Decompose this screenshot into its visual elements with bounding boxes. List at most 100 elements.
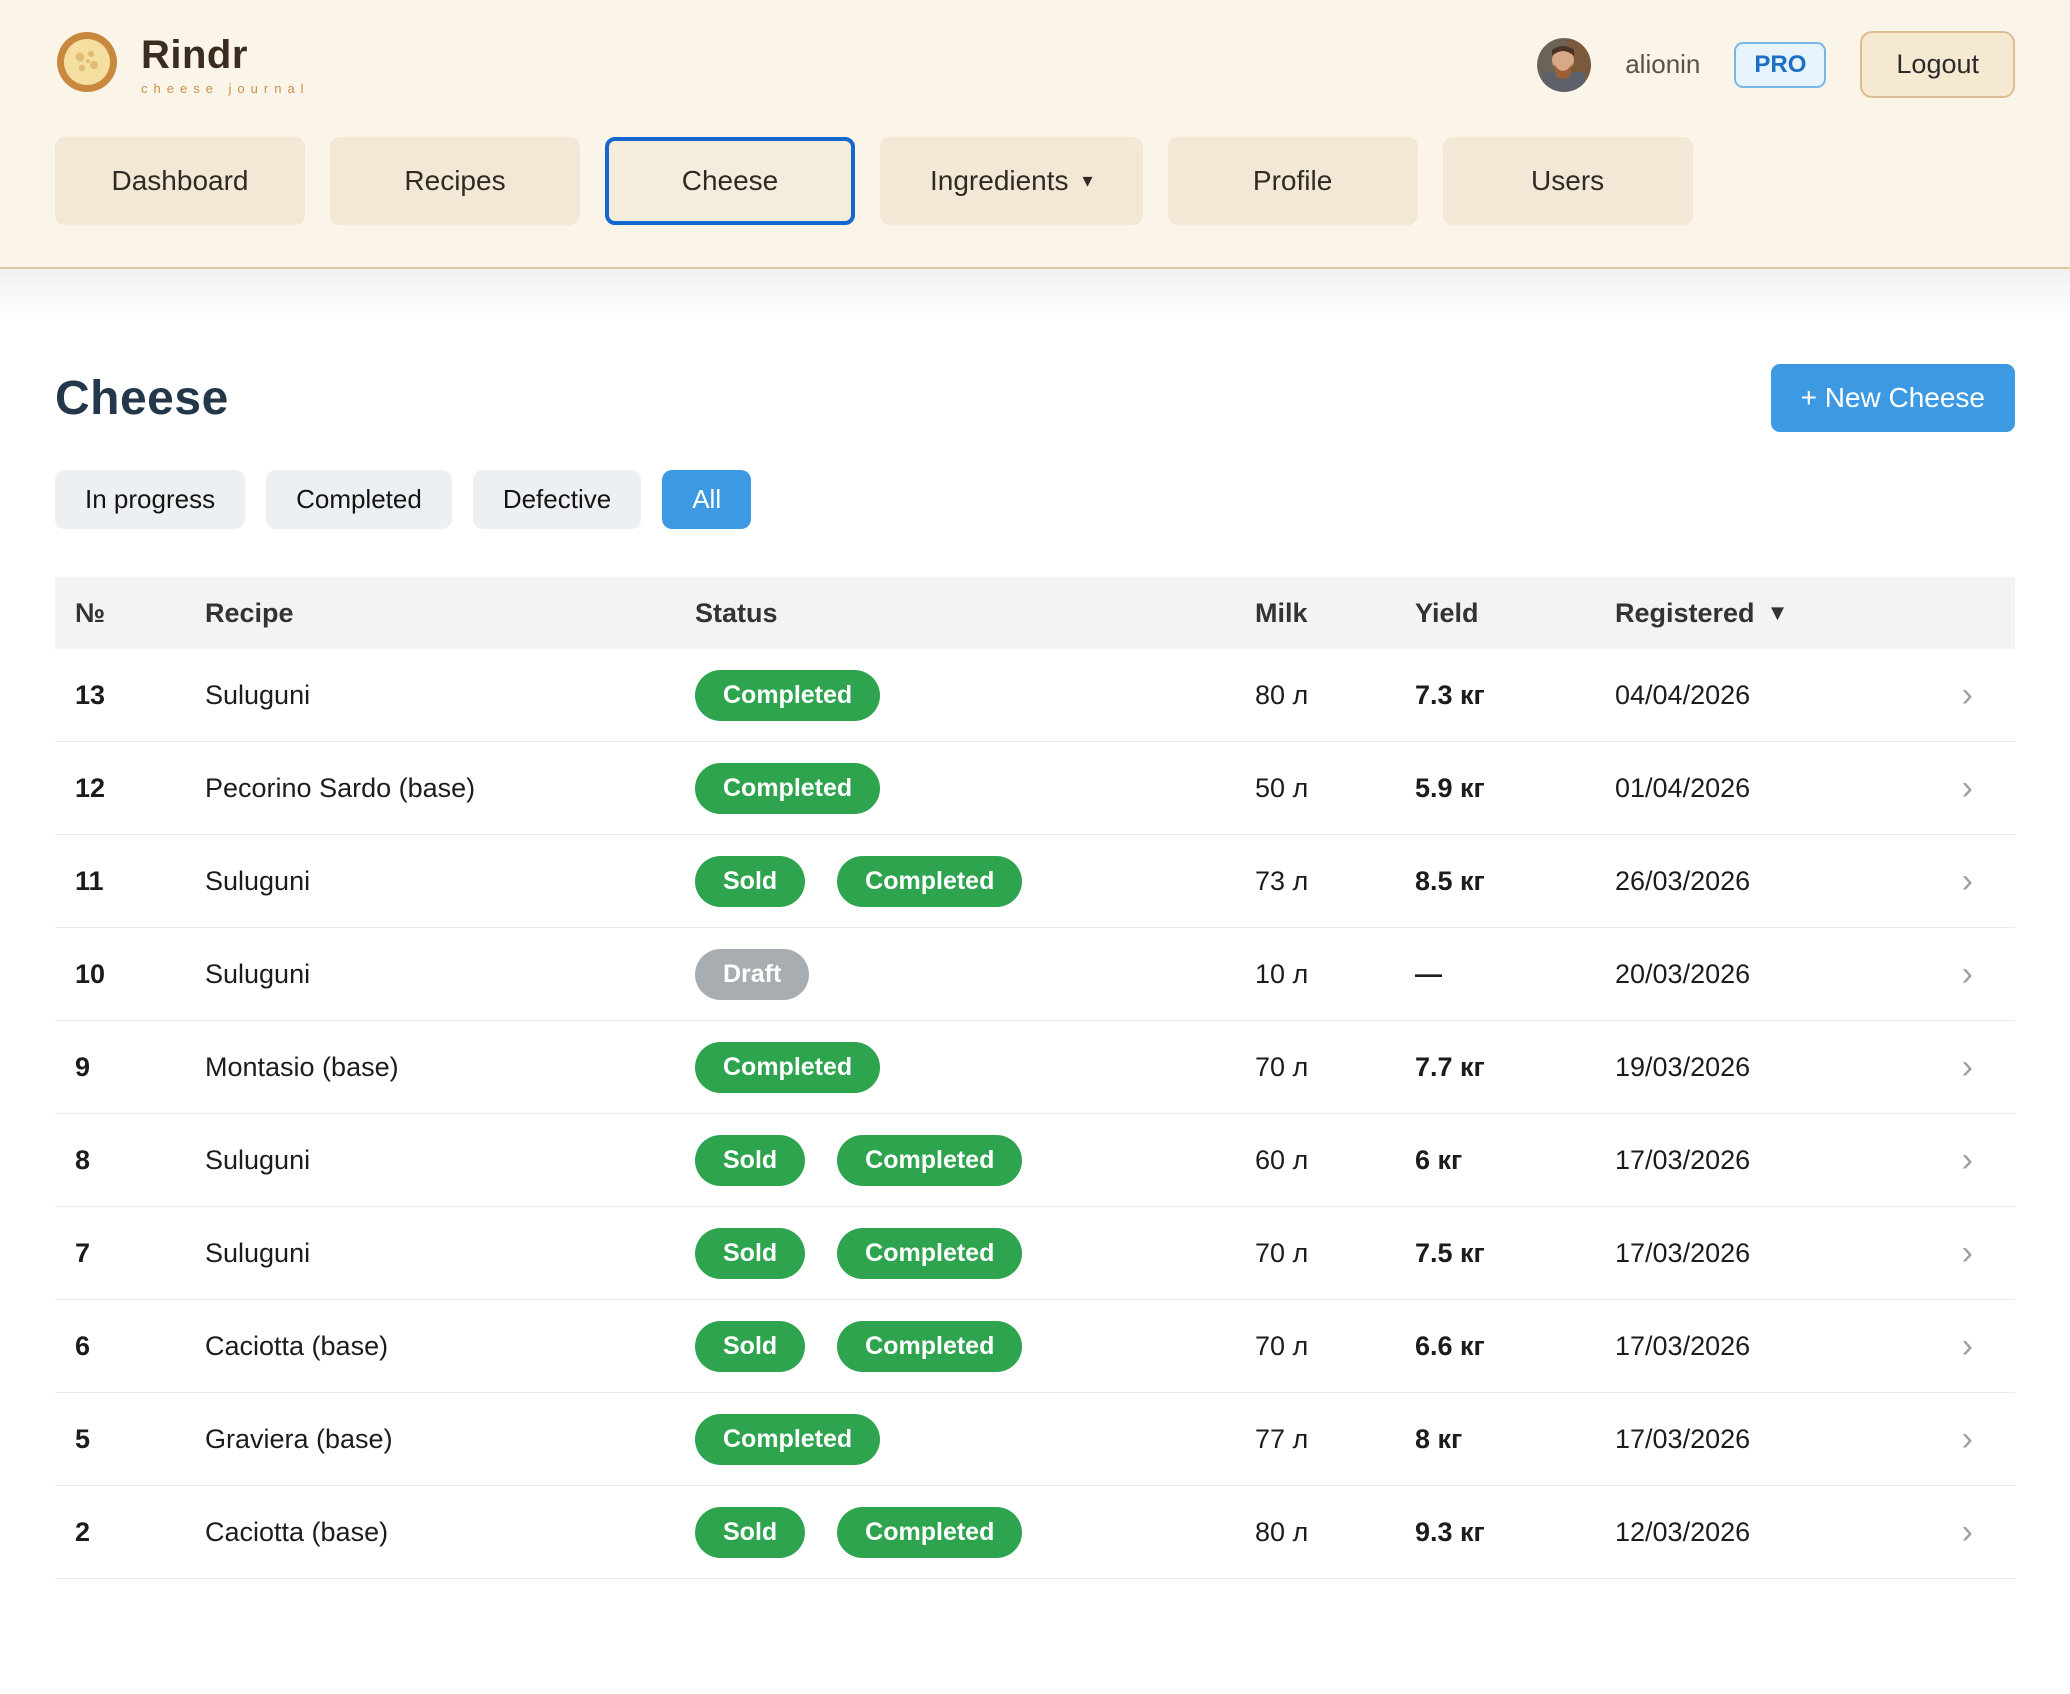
table-row[interactable]: 11SuluguniSoldCompleted73 л8.5 кг26/03/2…	[55, 835, 2015, 928]
nav-item-cheese[interactable]: Cheese	[605, 137, 855, 225]
row-number: 2	[55, 1517, 185, 1548]
row-recipe: Suluguni	[185, 1145, 675, 1176]
chevron-right-icon[interactable]: ›	[1962, 1327, 1973, 1365]
row-yield: 6 кг	[1395, 1145, 1595, 1176]
chevron-right-icon[interactable]: ›	[1962, 1048, 1973, 1086]
row-number: 8	[55, 1145, 185, 1176]
nav-item-dashboard[interactable]: Dashboard	[55, 137, 305, 225]
status-badge: Sold	[695, 1135, 805, 1186]
row-milk: 70 л	[1235, 1331, 1395, 1362]
row-registered: 01/04/2026	[1595, 773, 1925, 804]
column-header-recipe[interactable]: Recipe	[185, 598, 675, 629]
row-number: 5	[55, 1424, 185, 1455]
row-registered: 19/03/2026	[1595, 1052, 1925, 1083]
chevron-right-icon[interactable]: ›	[1962, 676, 1973, 714]
row-recipe: Pecorino Sardo (base)	[185, 773, 675, 804]
row-recipe: Suluguni	[185, 680, 675, 711]
brand-text: Rindr cheese journal	[141, 33, 310, 96]
sort-desc-icon: ▼	[1767, 600, 1789, 626]
table-row[interactable]: 8SuluguniSoldCompleted60 л6 кг17/03/2026…	[55, 1114, 2015, 1207]
row-chevron-cell: ›	[1925, 957, 2015, 992]
row-chevron-cell: ›	[1925, 1236, 2015, 1271]
row-registered: 17/03/2026	[1595, 1238, 1925, 1269]
cheese-table: № Recipe Status Milk Yield Registered ▼ …	[55, 577, 2015, 1579]
chevron-right-icon[interactable]: ›	[1962, 955, 1973, 993]
chevron-right-icon[interactable]: ›	[1962, 1141, 1973, 1179]
table-row[interactable]: 7SuluguniSoldCompleted70 л7.5 кг17/03/20…	[55, 1207, 2015, 1300]
row-yield: 8 кг	[1395, 1424, 1595, 1455]
row-recipe: Montasio (base)	[185, 1052, 675, 1083]
header-top: Rindr cheese journal alion	[55, 30, 2015, 99]
nav-item-ingredients[interactable]: Ingredients▾	[880, 137, 1143, 225]
chevron-right-icon[interactable]: ›	[1962, 862, 1973, 900]
row-milk: 77 л	[1235, 1424, 1395, 1455]
status-badge: Completed	[837, 1135, 1022, 1186]
page-title: Cheese	[55, 371, 229, 426]
brand-logo[interactable]: Rindr cheese journal	[55, 30, 310, 99]
main-nav: Dashboard Recipes Cheese Ingredients▾ Profil…	[55, 137, 2015, 225]
row-yield: 6.6 кг	[1395, 1331, 1595, 1362]
chevron-right-icon[interactable]: ›	[1962, 1234, 1973, 1272]
filter-in-progress[interactable]: In progress	[55, 470, 245, 529]
row-status: Draft	[675, 949, 1235, 1000]
column-header-milk[interactable]: Milk	[1235, 598, 1395, 629]
status-badge: Completed	[837, 1507, 1022, 1558]
status-badge: Completed	[695, 670, 880, 721]
row-recipe: Caciotta (base)	[185, 1517, 675, 1548]
row-milk: 10 л	[1235, 959, 1395, 990]
nav-item-recipes[interactable]: Recipes	[330, 137, 580, 225]
row-milk: 70 л	[1235, 1052, 1395, 1083]
status-badge: Sold	[695, 856, 805, 907]
filter-all[interactable]: All	[662, 470, 751, 529]
row-yield: 7.3 кг	[1395, 680, 1595, 711]
row-milk: 60 л	[1235, 1145, 1395, 1176]
row-registered: 12/03/2026	[1595, 1517, 1925, 1548]
cheese-wheel-icon	[55, 30, 119, 99]
row-number: 12	[55, 773, 185, 804]
username: alionin	[1625, 49, 1700, 80]
row-milk: 80 л	[1235, 1517, 1395, 1548]
user-avatar[interactable]	[1537, 38, 1591, 92]
row-status: Sold Completed	[675, 1135, 1235, 1186]
table-row[interactable]: 10SuluguniDraft10 л—20/03/2026›	[55, 928, 2015, 1021]
status-badge: Sold	[695, 1321, 805, 1372]
row-number: 13	[55, 680, 185, 711]
logout-button[interactable]: Logout	[1860, 31, 2015, 98]
row-registered: 04/04/2026	[1595, 680, 1925, 711]
column-header-registered[interactable]: Registered ▼	[1595, 598, 1925, 629]
row-chevron-cell: ›	[1925, 678, 2015, 713]
table-row[interactable]: 2Caciotta (base)SoldCompleted80 л9.3 кг1…	[55, 1486, 2015, 1579]
table-row[interactable]: 13SuluguniCompleted80 л7.3 кг04/04/2026›	[55, 649, 2015, 742]
table-row[interactable]: 5Graviera (base)Completed77 л8 кг17/03/2…	[55, 1393, 2015, 1486]
status-badge: Draft	[695, 949, 809, 1000]
table-row[interactable]: 9Montasio (base)Completed70 л7.7 кг19/03…	[55, 1021, 2015, 1114]
row-chevron-cell: ›	[1925, 864, 2015, 899]
row-registered: 20/03/2026	[1595, 959, 1925, 990]
status-badge: Completed	[837, 1321, 1022, 1372]
new-cheese-button[interactable]: + New Cheese	[1771, 364, 2015, 432]
row-number: 9	[55, 1052, 185, 1083]
row-milk: 50 л	[1235, 773, 1395, 804]
chevron-right-icon[interactable]: ›	[1962, 1513, 1973, 1551]
status-badge: Completed	[695, 1042, 880, 1093]
table-row[interactable]: 12Pecorino Sardo (base)Completed50 л5.9 …	[55, 742, 2015, 835]
row-chevron-cell: ›	[1925, 1422, 2015, 1457]
row-status: SoldCompleted	[675, 1228, 1235, 1279]
filter-completed[interactable]: Completed	[266, 470, 452, 529]
table-row[interactable]: 6Caciotta (base)SoldCompleted70 л6.6 кг1…	[55, 1300, 2015, 1393]
filter-defective[interactable]: Defective	[473, 470, 641, 529]
chevron-right-icon[interactable]: ›	[1962, 1420, 1973, 1458]
row-yield: 9.3 кг	[1395, 1517, 1595, 1548]
row-registered: 17/03/2026	[1595, 1331, 1925, 1362]
brand-tagline: cheese journal	[141, 81, 310, 96]
row-number: 6	[55, 1331, 185, 1362]
chevron-right-icon[interactable]: ›	[1962, 769, 1973, 807]
nav-item-profile[interactable]: Profile	[1168, 137, 1418, 225]
row-status: Sold Completed	[675, 856, 1235, 907]
column-header-number[interactable]: №	[55, 598, 185, 629]
column-header-status[interactable]: Status	[675, 598, 1235, 629]
nav-item-users[interactable]: Users	[1443, 137, 1693, 225]
column-header-yield[interactable]: Yield	[1395, 598, 1595, 629]
status-badge: Completed	[837, 856, 1022, 907]
main-content: Cheese + New Cheese In progress Completed…	[0, 269, 2070, 1659]
